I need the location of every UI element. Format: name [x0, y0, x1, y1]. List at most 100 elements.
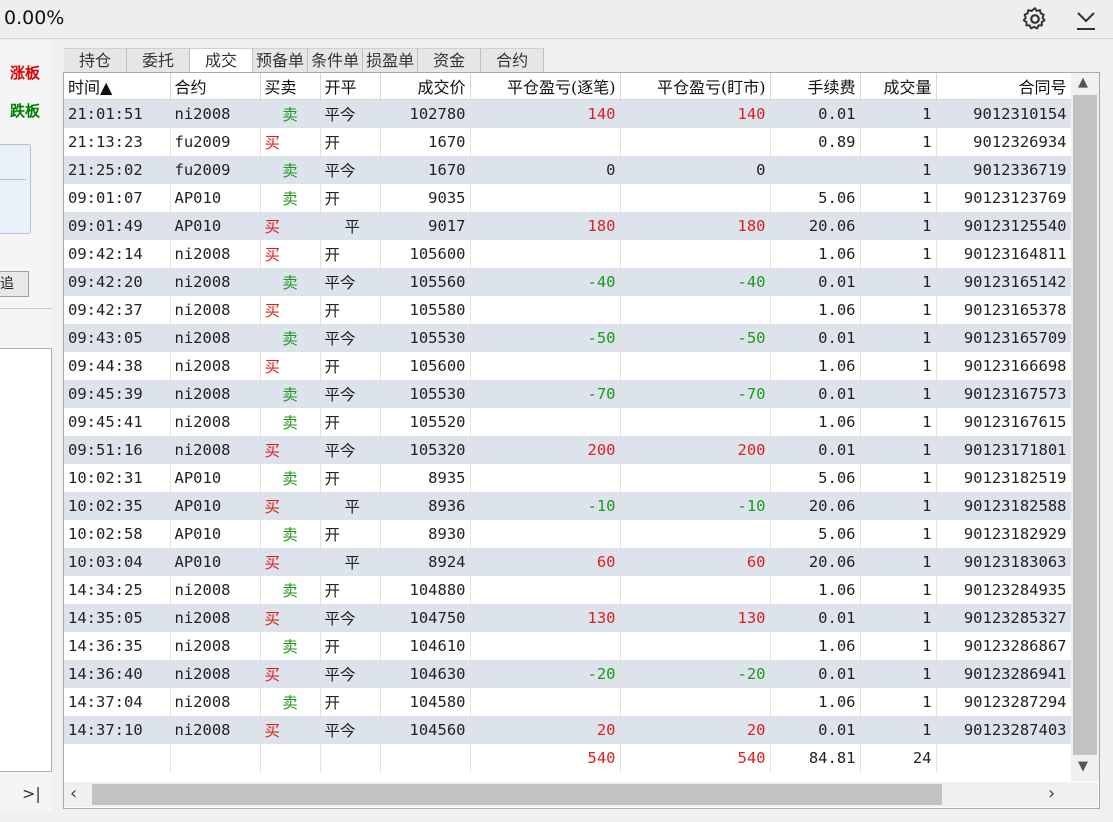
tab-stop-orders[interactable]: 损盈单	[363, 48, 419, 72]
cell-open-close: 平今	[320, 604, 381, 632]
horizontal-scroll-thumb[interactable]	[92, 784, 942, 805]
table-row[interactable]: 09:44:38 ni2008 买开 105600 1.06 1 90123166698	[64, 352, 1072, 380]
limit-up-label[interactable]: 涨板	[10, 62, 40, 83]
cell-pnl-trade: -70	[470, 380, 621, 408]
col-contract-no[interactable]: 合同号	[936, 73, 1072, 100]
collapse-down-icon[interactable]	[1074, 8, 1098, 32]
col-pnl-trade[interactable]: 平仓盈亏(逐笔)	[470, 73, 621, 100]
cell-side: 卖	[260, 324, 321, 352]
table-row[interactable]: 09:43:05 ni2008 卖平今 105530 -50 -50 0.01 1 901231…	[64, 324, 1072, 352]
cell-contract: ni2008	[170, 408, 261, 436]
table-row[interactable]: 14:37:10 ni2008 买平今 104560 20 20 0.01 1 90123287…	[64, 716, 1072, 744]
cell-volume: 1	[860, 520, 937, 548]
col-time[interactable]: 时间▲	[64, 73, 171, 100]
tab-positions[interactable]: 持仓	[64, 48, 128, 72]
table-row[interactable]: 09:01:49 AP010 买平 9017 180 180 20.06 1 901231255…	[64, 212, 1072, 240]
cell-time: 09:45:39	[64, 380, 171, 408]
table-row[interactable]: 14:35:05 ni2008 买平今 104750 130 130 0.01 1 901232…	[64, 604, 1072, 632]
cell-volume: 1	[860, 352, 937, 380]
scroll-left-icon[interactable]: ‹	[70, 783, 77, 804]
cell-volume: 1	[860, 716, 937, 744]
col-pnl-mtm[interactable]: 平仓盈亏(盯市)	[620, 73, 771, 100]
table-row[interactable]: 09:42:37 ni2008 买开 105580 1.06 1 90123165378	[64, 296, 1072, 324]
cell-contract-no: 90123182588	[936, 492, 1072, 520]
col-fee[interactable]: 手续费	[770, 73, 861, 100]
tab-pending-orders[interactable]: 预备单	[253, 48, 309, 72]
cell-fee: 0.01	[770, 268, 861, 296]
col-price[interactable]: 成交价	[380, 73, 471, 100]
table-row[interactable]: 09:45:41 ni2008 卖开 105520 1.06 1 90123167615	[64, 408, 1072, 436]
tab-funds[interactable]: 资金	[418, 48, 482, 72]
cell-contract: ni2008	[170, 296, 261, 324]
scroll-up-icon[interactable]: ▲	[1078, 75, 1088, 90]
cell-fee: 0.01	[770, 380, 861, 408]
cell-volume: 1	[860, 296, 937, 324]
cell-contract: ni2008	[170, 240, 261, 268]
scroll-right-icon[interactable]: ›	[1048, 783, 1055, 804]
table-row[interactable]: 10:02:31 AP010 卖开 8935 5.06 1 90123182519	[64, 464, 1072, 492]
col-side[interactable]: 买卖	[260, 73, 321, 100]
col-contract[interactable]: 合约	[170, 73, 261, 100]
cell-contract-no: 90123166698	[936, 352, 1072, 380]
cell-time: 14:35:05	[64, 604, 171, 632]
cell-time: 14:37:10	[64, 716, 171, 744]
cell-pnl-trade	[470, 632, 621, 660]
cell-price: 8936	[380, 492, 471, 520]
tab-orders[interactable]: 委托	[127, 48, 191, 72]
table-row[interactable]: 09:45:39 ni2008 卖平今 105530 -70 -70 0.01 1 901231…	[64, 380, 1072, 408]
expand-right-icon[interactable]: >|	[22, 784, 41, 803]
cell-volume: 1	[860, 184, 937, 212]
table-row[interactable]: 21:25:02 fu2009 卖平今 1670 0 0 1 9012336719	[64, 156, 1072, 184]
cell-contract-no: 90123167573	[936, 380, 1072, 408]
table-row[interactable]: 14:37:04 ni2008 卖开 104580 1.06 1 90123287294	[64, 688, 1072, 716]
cell-pnl-mtm	[620, 688, 771, 716]
table-row[interactable]: 10:03:04 AP010 买平 8924 60 60 20.06 1 90123183063	[64, 548, 1072, 576]
cell-side: 买	[260, 548, 321, 576]
table-row[interactable]: 21:01:51 ni2008 卖平今 102780 140 140 0.01 1 901231…	[64, 99, 1072, 128]
table-row[interactable]: 09:42:20 ni2008 卖平今 105560 -40 -40 0.01 1 901231…	[64, 268, 1072, 296]
cell-open-close: 开	[320, 520, 381, 548]
vertical-scrollbar[interactable]: ▲ ▼	[1071, 73, 1099, 781]
quantity-box[interactable]	[0, 144, 31, 234]
cell-price: 105520	[380, 408, 471, 436]
cell-side: 买	[260, 604, 321, 632]
table-row[interactable]: 14:36:35 ni2008 卖开 104610 1.06 1 90123286867	[64, 632, 1072, 660]
cell-pnl-mtm	[620, 128, 771, 156]
cell-volume: 1	[860, 576, 937, 604]
cell-side: 买	[260, 352, 321, 380]
table-row[interactable]: 21:13:23 fu2009 买开 1670 0.89 1 9012326934	[64, 128, 1072, 156]
cell-contract-no: 90123165709	[936, 324, 1072, 352]
cell-open-close: 平	[320, 212, 381, 240]
table-row[interactable]: 09:51:16 ni2008 买平今 105320 200 200 0.01 1 901231…	[64, 436, 1072, 464]
table-row[interactable]: 10:02:35 AP010 买平 8936 -10 -10 20.06 1 901231825…	[64, 492, 1072, 520]
tab-conditional-orders[interactable]: 条件单	[308, 48, 364, 72]
cell-price: 105320	[380, 436, 471, 464]
table-row[interactable]: 09:42:14 ni2008 买开 105600 1.06 1 90123164811	[64, 240, 1072, 268]
col-open-close[interactable]: 开平	[320, 73, 381, 100]
scroll-down-icon[interactable]: ▼	[1078, 759, 1088, 774]
table-row[interactable]: 14:34:25 ni2008 卖开 104880 1.06 1 90123284935	[64, 576, 1072, 604]
tab-trades[interactable]: 成交	[190, 48, 254, 73]
chase-button[interactable]: 追	[0, 271, 29, 297]
cell-volume: 1	[860, 660, 937, 688]
cell-pnl-trade: 140	[470, 99, 621, 128]
table-row[interactable]: 10:02:58 AP010 卖开 8930 5.06 1 90123182929	[64, 520, 1072, 548]
cell-open-close: 开	[320, 632, 381, 660]
cell-fee: 1.06	[770, 296, 861, 324]
cell-pnl-mtm: 60	[620, 548, 771, 576]
gear-icon[interactable]	[1022, 6, 1048, 32]
table-row[interactable]: 09:01:07 AP010 卖开 9035 5.06 1 90123123769	[64, 184, 1072, 212]
cell-side: 买	[260, 492, 321, 520]
vertical-scroll-thumb[interactable]	[1073, 95, 1097, 755]
left-list[interactable]	[0, 348, 52, 772]
table-row[interactable]: 14:36:40 ni2008 买平今 104630 -20 -20 0.01 1 901232…	[64, 660, 1072, 688]
limit-down-label[interactable]: 跌板	[10, 100, 40, 121]
cell-volume: 1	[860, 408, 937, 436]
cell-contract: ni2008	[170, 436, 261, 464]
cell-volume: 1	[860, 548, 937, 576]
horizontal-scrollbar[interactable]: ‹ ›	[64, 782, 1098, 807]
cell-open-close: 平今	[320, 380, 381, 408]
cell-pnl-mtm: -50	[620, 324, 771, 352]
col-volume[interactable]: 成交量	[860, 73, 937, 100]
tab-contracts[interactable]: 合约	[481, 48, 545, 72]
